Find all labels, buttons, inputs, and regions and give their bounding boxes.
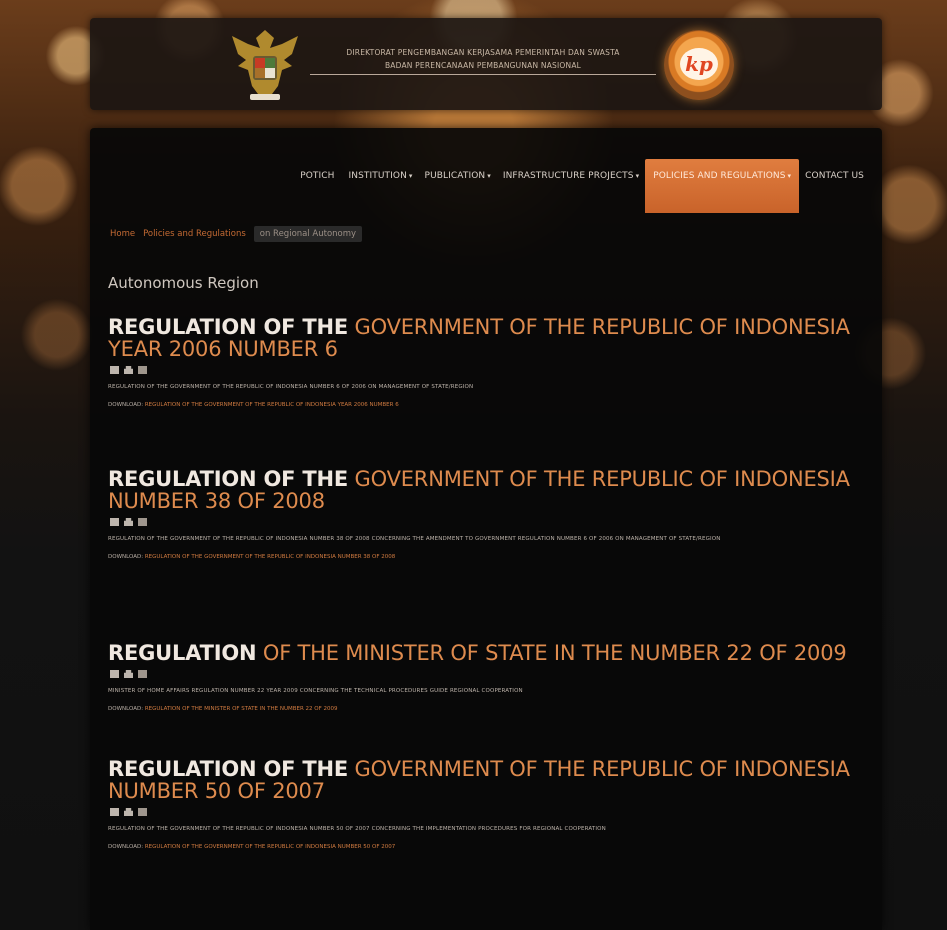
regulation-title[interactable]: REGULATION OF THE GOVERNMENT OF THE REPU… xyxy=(108,468,868,512)
download-row: Download: REGULATION OF THE MINISTER OF … xyxy=(108,706,868,712)
pdf-icon[interactable] xyxy=(110,670,119,678)
nav-label: INFRASTRUCTURE PROJECTS xyxy=(502,171,634,181)
print-icon[interactable] xyxy=(124,366,133,374)
download-label: Download: xyxy=(108,706,144,712)
download-row: Download: REGULATION OF THE GOVERNMENT O… xyxy=(108,402,868,408)
nav-label: CONTACT US xyxy=(805,171,864,181)
breadcrumb: Home Policies and Regulations on Regiona… xyxy=(110,226,363,242)
nav-label: POTICH xyxy=(300,171,335,181)
action-icons xyxy=(110,518,868,526)
regulation-title-lead: REGULATION xyxy=(108,641,257,665)
kp-logo-text: kp xyxy=(680,48,718,80)
download-label: Download: xyxy=(108,402,144,408)
caret-down-icon: ▾ xyxy=(635,172,640,180)
download-link[interactable]: REGULATION OF THE MINISTER OF STATE IN T… xyxy=(145,706,338,712)
regulation-entry: REGULATION OF THE GOVERNMENT OF THE REPU… xyxy=(108,758,868,850)
action-icons xyxy=(110,670,868,678)
nav-item-contact-us[interactable]: CONTACT US xyxy=(799,159,872,193)
download-link[interactable]: REGULATION OF THE GOVERNMENT OF THE REPU… xyxy=(145,402,399,408)
kp-logo[interactable]: kp xyxy=(664,30,734,100)
download-link[interactable]: REGULATION OF THE GOVERNMENT OF THE REPU… xyxy=(145,844,395,850)
nav-item-policies-and-regulations[interactable]: POLICIES AND REGULATIONS ▾ xyxy=(645,159,800,213)
agency-line-1: DIREKTORAT PENGEMBANGAN KERJASAMA PEMERI… xyxy=(346,48,620,57)
print-icon[interactable] xyxy=(124,518,133,526)
regulation-title[interactable]: REGULATION OF THE GOVERNMENT OF THE REPU… xyxy=(108,316,868,360)
download-label: Download: xyxy=(108,554,144,560)
regulation-description: MINISTER OF HOME AFFAIRS REGULATION NUMB… xyxy=(108,688,523,694)
nav-label: POLICIES AND REGULATIONS xyxy=(653,171,786,181)
email-icon[interactable] xyxy=(138,518,147,526)
print-icon[interactable] xyxy=(124,808,133,816)
caret-down-icon: ▾ xyxy=(408,172,413,180)
download-row: Download: REGULATION OF THE GOVERNMENT O… xyxy=(108,844,868,850)
section-title: Autonomous Region xyxy=(108,274,259,292)
download-label: Download: xyxy=(108,844,144,850)
regulation-title-rest: OF THE MINISTER OF STATE IN THE NUMBER 2… xyxy=(262,641,847,665)
nav-item-institution[interactable]: INSTITUTION ▾ xyxy=(343,159,419,193)
regulation-entry: REGULATION OF THE GOVERNMENT OF THE REPU… xyxy=(108,468,868,560)
regulation-title[interactable]: REGULATION OF THE GOVERNMENT OF THE REPU… xyxy=(108,758,868,802)
agency-line-2: BADAN PERENCANAAN PEMBANGUNAN NASIONAL xyxy=(310,59,656,75)
email-icon[interactable] xyxy=(138,366,147,374)
email-icon[interactable] xyxy=(138,808,147,816)
pdf-icon[interactable] xyxy=(110,808,119,816)
regulation-description: REGULATION OF THE GOVERNMENT OF THE REPU… xyxy=(108,826,606,832)
site-header: DIREKTORAT PENGEMBANGAN KERJASAMA PEMERI… xyxy=(90,18,882,110)
nav-label: PUBLICATION xyxy=(424,171,486,181)
download-row: Download: REGULATION OF THE GOVERNMENT O… xyxy=(108,554,868,560)
regulation-description: REGULATION OF THE GOVERNMENT OF THE REPU… xyxy=(108,384,474,390)
breadcrumb-current: on Regional Autonomy xyxy=(253,226,363,242)
garuda-emblem-icon xyxy=(226,24,304,104)
nav-item-infrastructure-projects[interactable]: INFRASTRUCTURE PROJECTS ▾ xyxy=(497,159,645,193)
email-icon[interactable] xyxy=(138,670,147,678)
caret-down-icon: ▾ xyxy=(787,172,792,180)
download-link[interactable]: REGULATION OF THE GOVERNMENT OF THE REPU… xyxy=(145,554,395,560)
pdf-icon[interactable] xyxy=(110,518,119,526)
breadcrumb-policies[interactable]: Policies and Regulations xyxy=(143,229,246,239)
action-icons xyxy=(110,366,868,374)
regulation-entry: REGULATION OF THE MINISTER OF STATE IN T… xyxy=(108,642,868,712)
breadcrumb-home[interactable]: Home xyxy=(110,229,135,239)
print-icon[interactable] xyxy=(124,670,133,678)
agency-name: DIREKTORAT PENGEMBANGAN KERJASAMA PEMERI… xyxy=(310,46,656,75)
nav-label: INSTITUTION xyxy=(348,171,407,181)
main-nav: POTICH INSTITUTION ▾ PUBLICATION ▾ INFRAST… xyxy=(294,159,872,213)
regulation-entry: REGULATION OF THE GOVERNMENT OF THE REPU… xyxy=(108,316,868,408)
regulation-description: REGULATION OF THE GOVERNMENT OF THE REPU… xyxy=(108,536,721,542)
regulation-title-lead: REGULATION OF THE xyxy=(108,757,349,781)
regulation-title-lead: REGULATION OF THE xyxy=(108,315,349,339)
caret-down-icon: ▾ xyxy=(487,172,491,180)
regulation-title-lead: REGULATION OF THE xyxy=(108,467,349,491)
regulation-title[interactable]: REGULATION OF THE MINISTER OF STATE IN T… xyxy=(108,642,868,664)
nav-item-potich[interactable]: POTICH xyxy=(294,159,342,193)
pdf-icon[interactable] xyxy=(110,366,119,374)
nav-item-publication[interactable]: PUBLICATION ▾ xyxy=(419,159,497,193)
action-icons xyxy=(110,808,868,816)
main-content: POTICH INSTITUTION ▾ PUBLICATION ▾ INFRAST… xyxy=(90,128,882,930)
